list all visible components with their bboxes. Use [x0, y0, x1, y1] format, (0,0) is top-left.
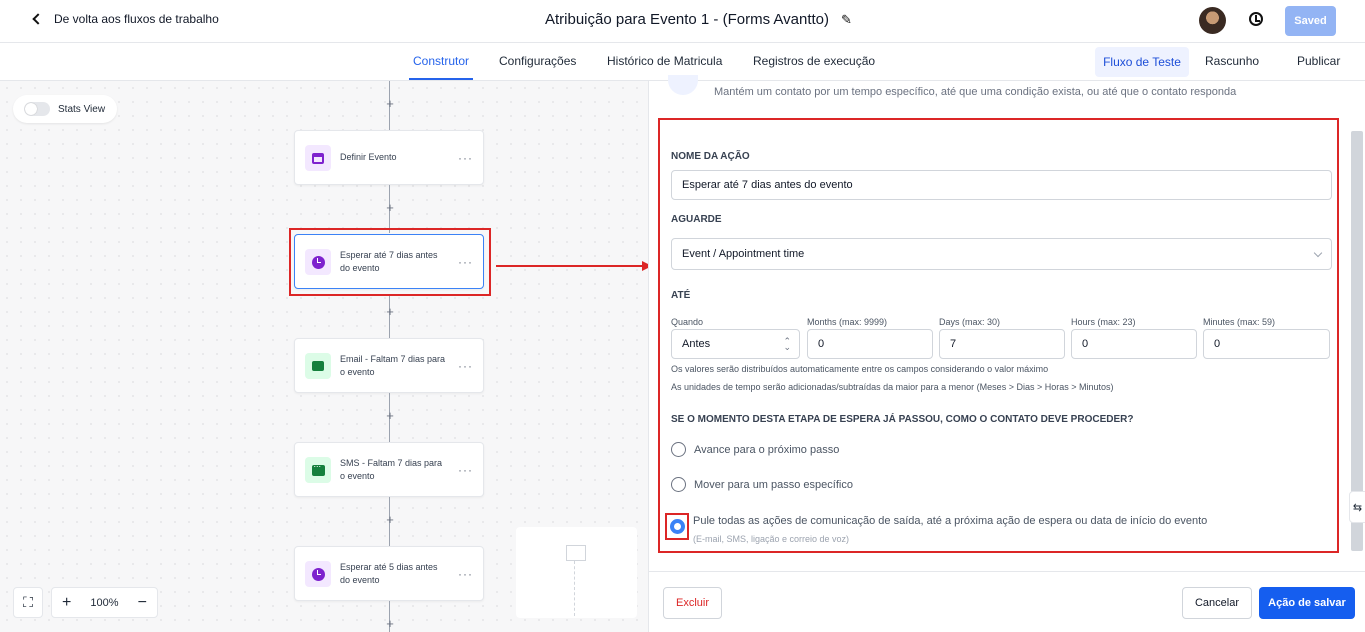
- history-icon[interactable]: [1249, 12, 1263, 26]
- tab-settings[interactable]: Configurações: [499, 54, 576, 68]
- workflow-node-wait-7-days[interactable]: Esperar até 7 dias antes do evento ···: [294, 234, 484, 289]
- wait-select-value: Event / Appointment time: [682, 248, 805, 260]
- sort-arrows-icon: ⌃ ⌄: [783, 336, 791, 352]
- zoom-in-icon[interactable]: +: [62, 594, 71, 612]
- days-input[interactable]: 7: [939, 329, 1065, 359]
- clock-icon: [305, 561, 331, 587]
- until-label: ATÉ: [671, 290, 691, 301]
- stats-view-label: Stats View: [58, 103, 106, 115]
- radio-button[interactable]: [671, 477, 686, 492]
- more-options-icon[interactable]: ···: [458, 567, 473, 581]
- workflow-canvas[interactable]: Stats View + Definir Evento ··· + Espera…: [0, 81, 648, 632]
- radio-option-label: Mover para um passo específico: [694, 478, 853, 491]
- when-select[interactable]: Antes ⌃ ⌄: [671, 329, 800, 359]
- panel-scrollbar[interactable]: [1351, 131, 1363, 551]
- months-input[interactable]: 0: [807, 329, 933, 359]
- action-settings-panel: Mantém um contato por um tempo específic…: [648, 75, 1365, 632]
- pencil-icon[interactable]: ✎: [841, 12, 852, 28]
- expand-panel-icon[interactable]: ⇆: [1349, 491, 1365, 523]
- more-options-icon[interactable]: ···: [458, 151, 473, 165]
- top-header: De volta aos fluxos de trabalho Atribuiç…: [0, 0, 1365, 43]
- node-label: SMS - Faltam 7 dias para o evento: [340, 457, 443, 481]
- delete-button[interactable]: Excluir: [663, 587, 722, 619]
- add-step-icon[interactable]: +: [384, 408, 396, 423]
- save-action-button[interactable]: Ação de salvar: [1259, 587, 1355, 619]
- radio-option-label: Avance para o próximo passo: [694, 443, 840, 456]
- when-label: Quando: [671, 317, 704, 327]
- time-units-hint: As unidades de tempo serão adicionadas/s…: [671, 382, 1114, 392]
- add-step-icon[interactable]: +: [384, 96, 396, 111]
- cancel-button[interactable]: Cancelar: [1182, 587, 1252, 619]
- hours-label: Hours (max: 23): [1071, 317, 1136, 327]
- workflow-node-wait-5-days[interactable]: Esperar até 5 dias antes do evento ···: [294, 546, 484, 601]
- when-select-value: Antes: [682, 338, 711, 350]
- minutes-input[interactable]: 0: [1203, 329, 1330, 359]
- node-label: Definir Evento: [340, 152, 397, 162]
- email-icon: [305, 353, 331, 379]
- radio-option-next-step[interactable]: Avance para o próximo passo: [671, 442, 839, 457]
- node-label: Esperar até 7 dias antes do evento: [340, 249, 438, 273]
- wait-label: AGUARDE: [671, 214, 722, 225]
- radio-button[interactable]: [671, 442, 686, 457]
- add-step-icon[interactable]: +: [384, 616, 396, 631]
- more-options-icon[interactable]: ···: [458, 463, 473, 477]
- sms-icon: [305, 457, 331, 483]
- back-label: De volta aos fluxos de trabalho: [54, 12, 219, 26]
- workflow-node-sms[interactable]: SMS - Faltam 7 dias para o evento ···: [294, 442, 484, 497]
- mini-map[interactable]: [516, 527, 637, 618]
- chevron-down-icon: [1313, 248, 1323, 258]
- workflow-node-set-event[interactable]: Definir Evento ···: [294, 130, 484, 185]
- past-step-question: SE O MOMENTO DESTA ETAPA DE ESPERA JÁ PA…: [671, 414, 1134, 425]
- wait-action-icon: [668, 75, 698, 95]
- months-label: Months (max: 9999): [807, 317, 888, 327]
- test-flow-button[interactable]: Fluxo de Teste: [1095, 47, 1189, 77]
- calendar-icon: [305, 145, 331, 171]
- tab-builder[interactable]: Construtor: [408, 54, 474, 80]
- action-name-label: NOME DA AÇÃO: [671, 151, 750, 162]
- action-description: Mantém um contato por um tempo específic…: [714, 86, 1237, 98]
- zoom-controls: + 100% −: [51, 587, 158, 618]
- stats-toggle-switch[interactable]: [24, 102, 50, 116]
- draft-label: Rascunho: [1205, 54, 1260, 68]
- avatar[interactable]: [1199, 7, 1226, 34]
- action-name-input[interactable]: Esperar até 7 dias antes do evento: [671, 170, 1332, 200]
- fit-view-icon[interactable]: ⛶: [13, 587, 43, 618]
- distribution-hint: Os valores serão distribuídos automatica…: [671, 364, 1049, 374]
- chevron-left-icon: [32, 13, 44, 25]
- radio-option-specific-step[interactable]: Mover para um passo específico: [671, 477, 853, 492]
- clock-icon: [305, 249, 331, 275]
- zoom-out-icon[interactable]: −: [138, 594, 147, 612]
- node-label: Email - Faltam 7 dias para o evento: [340, 353, 446, 377]
- tab-enrollment-history[interactable]: Histórico de Matricula: [607, 54, 722, 68]
- panel-footer: Excluir Cancelar Ação de salvar: [649, 571, 1365, 632]
- more-options-icon[interactable]: ···: [458, 255, 473, 269]
- more-options-icon[interactable]: ···: [458, 359, 473, 373]
- tab-execution-logs[interactable]: Registros de execução: [753, 54, 875, 68]
- hours-input[interactable]: 0: [1071, 329, 1197, 359]
- annotation-highlight-radio: [665, 513, 689, 540]
- saved-button[interactable]: Saved: [1285, 6, 1336, 36]
- add-step-icon[interactable]: +: [384, 304, 396, 319]
- publish-label: Publicar: [1297, 54, 1341, 68]
- workflow-title: Atribuição para Evento 1 - (Forms Avantt…: [545, 11, 852, 28]
- radio-option-sublabel: (E-mail, SMS, ligação e correio de voz): [693, 534, 850, 544]
- node-label: Esperar até 5 dias antes do evento: [340, 561, 438, 585]
- workflow-node-email[interactable]: Email - Faltam 7 dias para o evento ···: [294, 338, 484, 393]
- workflow-title-text: Atribuição para Evento 1 - (Forms Avantt…: [545, 11, 830, 28]
- wait-select[interactable]: Event / Appointment time: [671, 238, 1332, 270]
- back-to-workflows-link[interactable]: De volta aos fluxos de trabalho: [32, 12, 219, 26]
- zoom-level: 100%: [90, 596, 119, 609]
- add-step-icon[interactable]: +: [384, 512, 396, 527]
- wait-action-form: NOME DA AÇÃO Esperar até 7 dias antes do…: [658, 118, 1339, 553]
- days-label: Days (max: 30): [939, 317, 1001, 327]
- radio-button-selected[interactable]: [669, 519, 685, 534]
- add-step-icon[interactable]: +: [384, 200, 396, 215]
- stats-view-toggle[interactable]: Stats View: [13, 95, 117, 123]
- radio-option-skip-communications[interactable]: Pule todas as ações de comunicação de sa…: [693, 515, 1207, 527]
- minutes-label: Minutes (max: 59): [1203, 317, 1276, 327]
